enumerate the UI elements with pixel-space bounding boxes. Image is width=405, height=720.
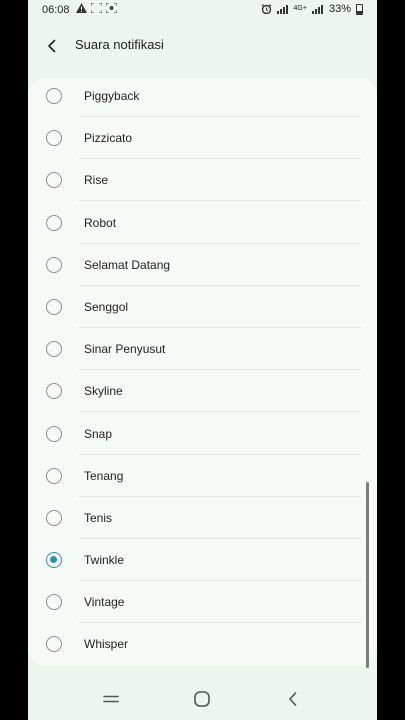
recent-apps-icon (103, 695, 119, 703)
divider (79, 622, 361, 624)
sound-option[interactable]: Tenang (28, 458, 377, 500)
home-button[interactable] (188, 688, 216, 710)
battery-percent: 33% (328, 3, 351, 15)
divider (79, 200, 361, 202)
radio-icon[interactable] (46, 383, 62, 400)
status-right-icons: 4G+ 33% (261, 3, 363, 15)
radio-icon[interactable] (46, 636, 62, 653)
sound-option-label: Skyline (84, 384, 123, 399)
divider (79, 411, 361, 413)
sound-option-label: Piggyback (84, 89, 140, 103)
sound-option[interactable]: Pizzicato (28, 120, 377, 162)
sound-option-label: Snap (84, 426, 113, 441)
network-type: 4G+ (293, 5, 307, 12)
radio-icon[interactable] (46, 425, 62, 442)
sound-option[interactable]: Robot (28, 205, 377, 247)
nav-back-button[interactable] (279, 688, 307, 710)
radio-icon[interactable] (46, 594, 62, 611)
radio-icon[interactable] (46, 467, 62, 484)
radio-icon[interactable] (46, 172, 62, 189)
sound-option[interactable]: Tenis (28, 500, 377, 542)
sound-option-label: Rise (84, 173, 109, 188)
radio-icon[interactable] (46, 214, 62, 231)
divider (79, 495, 361, 497)
page-title: Suara notifikasi (75, 37, 164, 52)
sound-option[interactable]: Skyline (28, 373, 377, 415)
screenshot-icon (91, 3, 102, 13)
signal-icon (276, 4, 289, 14)
screen: 06:08 4G+ 33% Suara notifikasi Piggyback… (0, 0, 405, 720)
signal-icon-2 (311, 4, 324, 14)
back-arrow-icon (289, 692, 297, 706)
divider (79, 326, 361, 328)
radio-icon[interactable] (46, 341, 62, 358)
radio-icon[interactable] (46, 509, 62, 526)
sound-option-label: Vintage (84, 595, 125, 610)
radio-icon[interactable] (46, 88, 62, 104)
sound-option[interactable]: Rise (28, 162, 377, 204)
sound-list: Piggyback Pizzicato Rise Robot Selamat Datan… (28, 78, 377, 669)
warning-icon (76, 3, 87, 13)
sound-option[interactable]: Whisper (28, 626, 377, 668)
divider (79, 116, 361, 117)
sound-option[interactable]: Vintage (28, 584, 377, 626)
chevron-left-icon (48, 39, 56, 53)
sound-option-label: Twinkle (84, 553, 125, 568)
phone-screen: 06:08 4G+ 33% Suara notifikasi Piggyback… (28, 0, 377, 720)
navigation-bar (28, 678, 377, 720)
divider (79, 242, 361, 244)
sound-option-label: Pizzicato (84, 131, 133, 146)
sound-list-card: Piggyback Pizzicato Rise Robot Selamat Datan… (28, 78, 377, 669)
sound-option[interactable]: Piggyback (28, 78, 377, 120)
sound-option[interactable]: Twinkle (28, 542, 377, 584)
divider (79, 580, 361, 582)
sound-option[interactable]: Sinar Penyusut (28, 331, 377, 373)
scrollbar[interactable] (366, 482, 369, 668)
sound-option-label: Senggol (84, 299, 129, 314)
divider (79, 453, 361, 455)
back-button[interactable] (38, 32, 66, 60)
screen-record-icon (106, 3, 117, 13)
home-icon (194, 691, 210, 707)
status-time: 06:08 (42, 4, 70, 16)
sound-option-label: Sinar Penyusut (84, 342, 166, 357)
sound-option-label: Selamat Datang (84, 257, 171, 272)
sound-option[interactable]: Snap (28, 416, 377, 458)
status-bar: 06:08 4G+ 33% (28, 0, 377, 22)
radio-icon[interactable] (46, 130, 62, 147)
radio-icon[interactable] (46, 256, 62, 273)
sound-option-label: Tenang (84, 468, 124, 483)
alarm-icon (261, 4, 271, 14)
sound-option-label: Robot (84, 215, 117, 230)
sound-option-label: Whisper (84, 637, 129, 652)
divider (79, 537, 361, 539)
recent-apps-button[interactable] (97, 688, 125, 710)
notification-icons (76, 3, 117, 13)
sound-option[interactable]: Senggol (28, 289, 377, 331)
divider (79, 158, 361, 160)
radio-selected-icon[interactable] (46, 552, 62, 569)
divider (79, 284, 361, 286)
sound-option-label: Tenis (84, 510, 113, 525)
battery-icon (356, 3, 363, 15)
sound-option[interactable]: Selamat Datang (28, 247, 377, 289)
divider (79, 369, 361, 371)
radio-icon[interactable] (46, 298, 62, 315)
app-header: Suara notifikasi (28, 24, 377, 68)
